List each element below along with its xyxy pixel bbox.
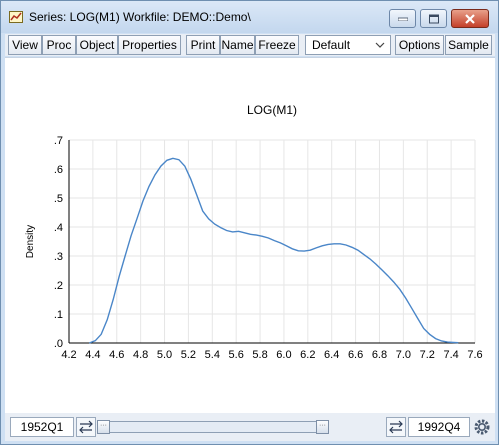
- gear-icon[interactable]: [473, 418, 491, 436]
- sample-slider-range: [108, 422, 316, 432]
- minimize-icon: [397, 17, 408, 21]
- chart-title: LOG(M1): [247, 103, 297, 117]
- print-button[interactable]: Print: [186, 35, 220, 55]
- x-tick-label: 4.8: [133, 349, 148, 361]
- swap-arrows-icon[interactable]: [386, 417, 406, 437]
- y-tick-label: .7: [54, 135, 63, 147]
- slider-start-handle[interactable]: ···: [97, 420, 110, 434]
- x-tick-label: 6.8: [372, 349, 387, 361]
- minimize-button[interactable]: [389, 9, 416, 28]
- close-button[interactable]: [451, 9, 489, 28]
- x-tick-label: 4.4: [85, 349, 100, 361]
- properties-button[interactable]: Properties: [118, 35, 181, 55]
- title-bar[interactable]: Series: LOG(M1) Workfile: DEMO::Demo\: [1, 1, 498, 33]
- sample-button[interactable]: Sample: [445, 35, 492, 55]
- y-axis-label: Density: [25, 225, 36, 258]
- series-window: Series: LOG(M1) Workfile: DEMO::Demo\ Vi…: [0, 0, 499, 445]
- maximize-icon: [428, 14, 439, 23]
- x-tick-label: 5.4: [205, 349, 220, 361]
- end-date-field[interactable]: 1992Q4: [408, 417, 470, 437]
- x-tick-label: 5.2: [181, 349, 196, 361]
- swap-arrows-icon[interactable]: [76, 417, 96, 437]
- x-tick-label: 7.4: [443, 349, 458, 361]
- freeze-button[interactable]: Freeze: [255, 35, 299, 55]
- view-button[interactable]: View: [8, 35, 42, 55]
- x-tick-label: 6.2: [300, 349, 315, 361]
- x-tick-label: 7.6: [467, 349, 482, 361]
- x-tick-label: 6.0: [276, 349, 291, 361]
- slider-end-handle[interactable]: ···: [316, 420, 329, 434]
- graph-type-dropdown[interactable]: Default: [305, 35, 391, 55]
- window-title: Series: LOG(M1) Workfile: DEMO::Demo\: [29, 10, 251, 24]
- y-tick-label: .1: [54, 309, 63, 321]
- x-tick-label: 4.2: [61, 349, 76, 361]
- x-tick-label: 5.6: [229, 349, 244, 361]
- start-date-field[interactable]: 1952Q1: [10, 417, 74, 437]
- proc-button[interactable]: Proc: [42, 35, 76, 55]
- y-tick-label: .6: [54, 164, 63, 176]
- maximize-button[interactable]: [420, 9, 447, 28]
- close-icon: [465, 13, 475, 24]
- x-tick-label: 6.6: [348, 349, 363, 361]
- y-tick-label: .0: [54, 338, 63, 350]
- x-tick-label: 7.0: [396, 349, 411, 361]
- x-tick-label: 5.8: [252, 349, 267, 361]
- x-tick-label: 5.0: [157, 349, 172, 361]
- sample-bar: 1952Q1 ··· ··· 1992Q4: [5, 413, 495, 441]
- toolbar: View Proc Object Properties Print Name F…: [5, 34, 495, 56]
- y-tick-label: .2: [54, 280, 63, 292]
- name-button[interactable]: Name: [220, 35, 255, 55]
- chevron-down-icon: [375, 42, 385, 48]
- object-button[interactable]: Object: [76, 35, 118, 55]
- x-tick-label: 4.6: [109, 349, 124, 361]
- options-button[interactable]: Options: [395, 35, 444, 55]
- dropdown-value: Default: [312, 38, 351, 52]
- x-tick-label: 6.4: [324, 349, 339, 361]
- y-tick-label: .5: [54, 193, 63, 205]
- graph-area: LOG(M1) 4.2 4.4 4.6 4.8 5.0 5.2 5.4 5.6 5.8 6.0 6.2…: [5, 57, 495, 413]
- density-chart: LOG(M1) 4.2 4.4 4.6 4.8 5.0 5.2 5.4 5.6 5.8 6.0 6.2…: [25, 103, 483, 361]
- y-tick-label: .3: [54, 251, 63, 263]
- series-icon: [9, 11, 23, 23]
- y-tick-label: .4: [54, 222, 63, 234]
- x-tick-label: 7.2: [420, 349, 435, 361]
